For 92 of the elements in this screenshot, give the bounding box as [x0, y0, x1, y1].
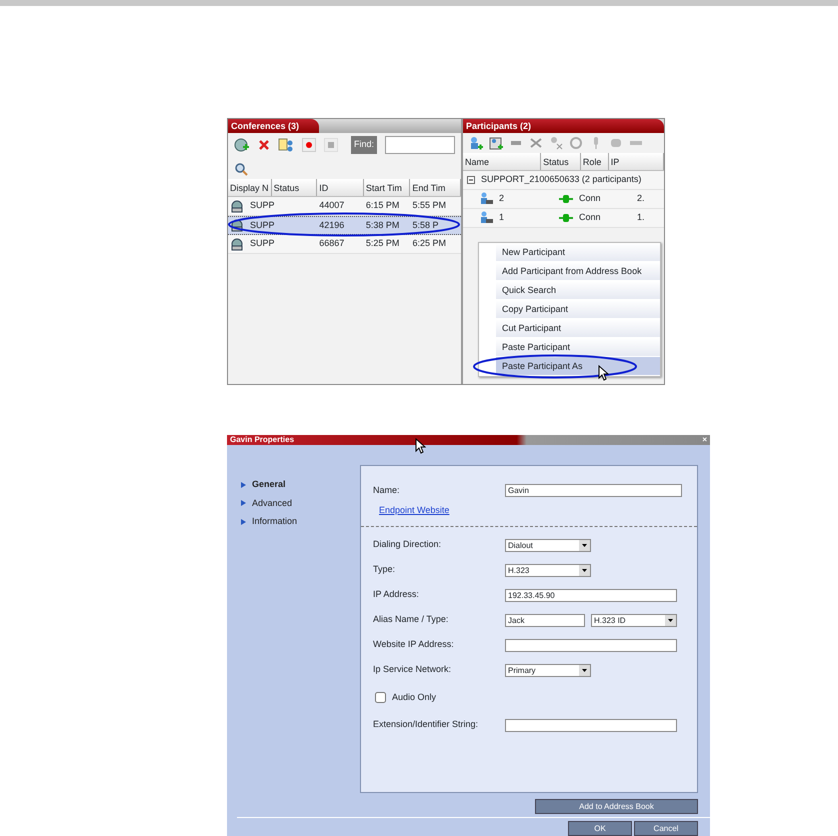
endpoint-link[interactable]: Endpoint Website — [379, 504, 450, 518]
menu-item[interactable]: Paste Participant — [496, 338, 660, 357]
participant-ip: 2. — [636, 192, 646, 206]
dropdown[interactable]: Dialout — [505, 538, 591, 552]
conference-name: SUPP — [249, 218, 276, 232]
input-field[interactable]: Jack — [505, 614, 585, 626]
collapse-icon[interactable] — [467, 176, 475, 184]
participant-row[interactable]: 1 Conn 1. — [463, 209, 664, 228]
dropdown[interactable]: Primary — [505, 664, 591, 676]
dropdown[interactable]: H.323 — [505, 564, 591, 576]
nav-item[interactable]: Advanced — [241, 496, 360, 510]
start-time: 5:25 PM — [364, 237, 400, 250]
dialog-button[interactable]: OK — [568, 821, 632, 836]
conference-icon — [230, 200, 244, 212]
panel-title: Participants (2) — [463, 119, 664, 133]
disconnect-icon[interactable] — [529, 136, 543, 150]
column-header[interactable]: Display N — [228, 179, 272, 196]
menu-item[interactable]: Paste Participant As — [496, 357, 660, 376]
delete-icon[interactable] — [258, 139, 270, 151]
column-header[interactable]: Status — [541, 153, 581, 170]
menu-item[interactable]: Copy Participant — [496, 300, 660, 319]
end-time: 5:55 PM — [411, 199, 447, 212]
column-header[interactable]: ID — [317, 179, 364, 196]
start-time: 6:15 PM — [364, 199, 400, 212]
input-field[interactable] — [505, 638, 677, 652]
column-header[interactable]: End Tim — [410, 179, 461, 196]
conference-name: SUPP — [249, 237, 276, 250]
participant-status: Conn — [578, 211, 602, 224]
conference-id: 42196 — [318, 218, 346, 232]
chevron-icon — [241, 518, 246, 525]
chevron-icon — [241, 500, 246, 506]
participant-status: Conn — [578, 192, 602, 206]
connected-icon — [559, 195, 573, 203]
end-time: 5:58 P — [411, 218, 440, 232]
conference-row[interactable]: SUPP 66867 5:25 PM 6:25 PM — [228, 235, 461, 254]
participant-row[interactable]: 2 Conn 2. — [463, 190, 664, 209]
field-label: Alias Name / Type: — [373, 613, 450, 626]
name-field[interactable]: Gavin — [505, 484, 682, 497]
conference-name: SUPP — [249, 199, 276, 212]
find-label: Find: — [350, 136, 377, 154]
group-name: SUPPORT_2100650633 (2 participants) — [480, 173, 642, 186]
participant-name: 2 — [498, 192, 506, 206]
add-participant-icon[interactable] — [469, 136, 483, 150]
add-conference-icon[interactable] — [234, 138, 250, 152]
search-icon[interactable] — [234, 162, 248, 176]
checkbox[interactable] — [375, 692, 386, 703]
menu-item[interactable]: Cut Participant — [496, 319, 660, 338]
field-label: Dialing Direction: — [373, 538, 442, 552]
find-field[interactable] — [385, 136, 455, 154]
field-label: Website IP Address: — [373, 638, 455, 652]
chevron-icon — [241, 482, 246, 488]
close-icon[interactable]: × — [702, 435, 707, 445]
column-header[interactable]: IP — [608, 153, 664, 170]
participant-icon — [479, 211, 493, 224]
dialog-button[interactable]: Cancel — [634, 821, 698, 836]
menu-item[interactable]: Add Participant from Address Book — [496, 262, 660, 281]
conference-icon — [230, 219, 244, 232]
field-label: Type: — [373, 563, 396, 576]
window-title: Gavin Properties — [230, 435, 294, 445]
conference-id: 66867 — [318, 237, 346, 250]
field-label: Name: — [373, 484, 401, 497]
conference-icon — [230, 238, 244, 250]
checkbox-label: Audio Only — [392, 690, 436, 704]
address-book-icon[interactable] — [489, 136, 503, 150]
participant-name: 1 — [498, 211, 506, 224]
menu-item[interactable]: Quick Search — [496, 281, 660, 300]
start-time: 5:38 PM — [364, 218, 400, 232]
end-time: 6:25 PM — [411, 237, 447, 250]
add-to-address-book-button[interactable]: Add to Address Book — [535, 799, 698, 814]
menu-item[interactable]: New Participant — [496, 243, 660, 262]
nav-item[interactable]: Information — [241, 515, 360, 528]
field-label: IP Address: — [373, 588, 420, 602]
column-header[interactable]: Name — [463, 153, 542, 170]
column-header[interactable]: Status — [272, 179, 318, 196]
column-header[interactable]: Role — [580, 153, 609, 170]
stop-icon[interactable] — [324, 138, 338, 152]
record-icon[interactable] — [302, 138, 316, 152]
connected-icon — [559, 214, 573, 222]
properties-icon[interactable] — [278, 138, 294, 152]
dropdown[interactable]: H.323 ID — [591, 614, 677, 626]
conference-id: 44007 — [318, 199, 346, 212]
participant-ip: 1. — [636, 211, 646, 224]
field-label: Ip Service Network: — [373, 663, 452, 676]
panel-title: Conferences (3) — [228, 119, 320, 133]
participant-icon — [479, 192, 493, 206]
cursor-icon — [415, 438, 426, 454]
input-field[interactable]: 192.33.45.90 — [505, 588, 677, 602]
nav-item[interactable]: General — [241, 478, 360, 492]
input-field[interactable] — [505, 718, 677, 732]
column-header[interactable]: Start Tim — [364, 179, 410, 196]
field-label: Extension/Identifier String: — [373, 718, 480, 732]
conference-row[interactable]: SUPP 44007 6:15 PM 5:55 PM — [228, 197, 461, 216]
